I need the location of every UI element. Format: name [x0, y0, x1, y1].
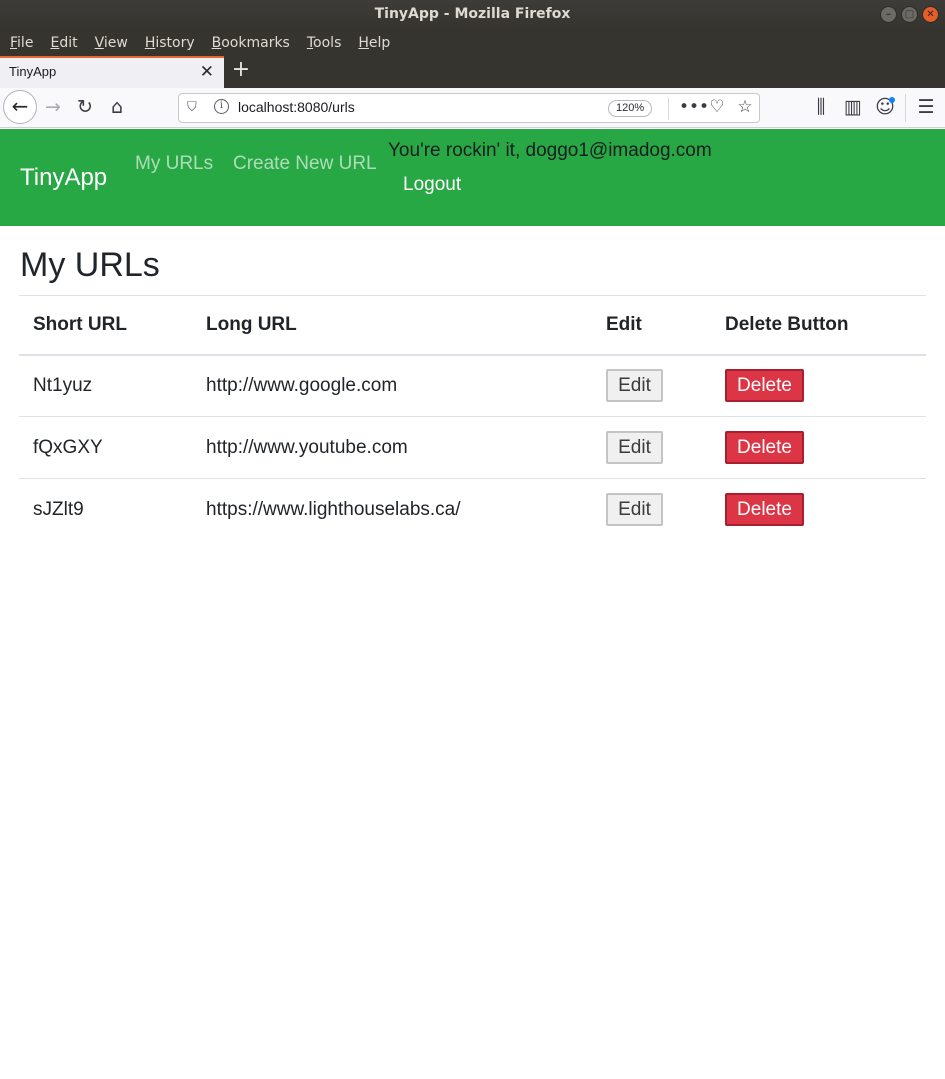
pocket-icon[interactable]: ♡ [707, 97, 727, 117]
forward-arrow-icon[interactable]: → [42, 96, 64, 118]
tab-strip: TinyApp ✕ + [0, 56, 945, 88]
edit-cell: Edit [592, 354, 711, 417]
short-url-cell: sJZlt9 [33, 498, 84, 520]
tab-tinyapp[interactable]: TinyApp ✕ [0, 56, 224, 88]
nav-create-new-url[interactable]: Create New URL [233, 153, 377, 175]
table-header-row: Short URL Long URL Edit Delete Button [19, 295, 926, 356]
back-arrow-icon[interactable]: ← [3, 90, 37, 124]
window-controls: – □ ✕ [880, 6, 939, 23]
page-content: TinyApp My URLs Create New URL You're ro… [0, 129, 945, 1079]
library-icon[interactable]: ⫼ [810, 96, 832, 118]
minimize-icon[interactable]: – [880, 6, 897, 23]
menu-tools[interactable]: Tools [301, 35, 348, 51]
header-delete-button: Delete Button [711, 295, 926, 356]
short-url-cell: fQxGXY [19, 416, 192, 479]
page-title: My URLs [20, 246, 160, 284]
logout-button[interactable]: Logout [403, 174, 461, 196]
menu-file[interactable]: File [4, 35, 39, 51]
edit-button[interactable]: Edit [606, 431, 663, 464]
menu-edit[interactable]: Edit [44, 35, 83, 51]
edit-button[interactable]: Edit [606, 369, 663, 403]
url-text[interactable]: localhost:8080/urls [238, 99, 355, 115]
site-info-icon[interactable]: i [214, 99, 229, 114]
urlbar-divider [668, 98, 669, 120]
header-long-url: Long URL [192, 295, 592, 356]
new-tab-icon[interactable]: + [230, 57, 252, 82]
tracking-shield-icon[interactable]: ⛉ [187, 100, 197, 115]
close-window-icon[interactable]: ✕ [922, 6, 939, 23]
long-url-cell: http://www.google.com [192, 354, 592, 417]
edit-cell: Edit [592, 479, 711, 541]
reload-icon[interactable]: ↻ [74, 96, 96, 118]
menu-bookmarks[interactable]: Bookmarks [206, 35, 296, 51]
edit-button[interactable]: Edit [606, 493, 663, 527]
user-greeting: You're rockin' it, doggo1@imadog.com [388, 140, 712, 161]
app-navbar: TinyApp My URLs Create New URL You're ro… [0, 129, 945, 226]
nav-my-urls[interactable]: My URLs [135, 153, 213, 175]
delete-cell: Delete [711, 416, 926, 479]
page-actions-icon[interactable]: ••• [679, 97, 709, 117]
window-title: TinyApp - Mozilla Firefox [374, 6, 571, 22]
table-row: sJZlt9 https://www.lighthouselabs.ca/ Ed… [19, 479, 926, 541]
toolbar-divider [905, 94, 906, 122]
urls-table: Short URL Long URL Edit Delete Button Nt… [19, 295, 926, 541]
delete-cell: Delete [711, 479, 926, 541]
maximize-icon[interactable]: □ [901, 6, 918, 23]
edit-cell: Edit [592, 416, 711, 479]
urls-table-wrapper: Short URL Long URL Edit Delete Button Nt… [19, 295, 926, 541]
table-row: Nt1yuz http://www.google.com Edit Delete [19, 354, 926, 417]
delete-button[interactable]: Delete [725, 431, 804, 464]
delete-button[interactable]: Delete [725, 369, 804, 403]
menu-help[interactable]: Help [352, 35, 396, 51]
long-url-cell: http://www.youtube.com [192, 416, 592, 479]
notification-dot [889, 97, 895, 103]
header-edit: Edit [592, 295, 711, 356]
hamburger-menu-icon[interactable]: ☰ [915, 96, 937, 118]
sidebar-icon[interactable]: ▥ [842, 96, 864, 118]
menu-history[interactable]: History [139, 35, 201, 51]
zoom-level-badge[interactable]: 120% [608, 100, 653, 117]
short-url-cell: Nt1yuz [19, 354, 192, 417]
close-tab-icon[interactable]: ✕ [200, 62, 214, 82]
table-row: fQxGXY http://www.youtube.com Edit Delet… [19, 416, 926, 479]
home-icon[interactable]: ⌂ [106, 96, 128, 118]
tab-title: TinyApp [9, 64, 57, 79]
menu-bar: File Edit View History Bookmarks Tools H… [0, 30, 945, 56]
header-short-url: Short URL [19, 295, 192, 356]
navigation-toolbar: ← → ↻ ⌂ ⛉ i localhost:8080/urls 120% •••… [0, 88, 945, 128]
window-titlebar: TinyApp - Mozilla Firefox – □ ✕ [0, 0, 945, 30]
url-bar[interactable]: ⛉ i localhost:8080/urls 120% ••• ♡ ☆ [178, 93, 760, 123]
delete-cell: Delete [711, 354, 926, 417]
brand-link[interactable]: TinyApp [20, 164, 107, 192]
long-url-cell: https://www.lighthouselabs.ca/ [206, 498, 461, 520]
menu-view[interactable]: View [89, 35, 134, 51]
delete-button[interactable]: Delete [725, 493, 804, 527]
bookmark-star-icon[interactable]: ☆ [735, 97, 755, 117]
